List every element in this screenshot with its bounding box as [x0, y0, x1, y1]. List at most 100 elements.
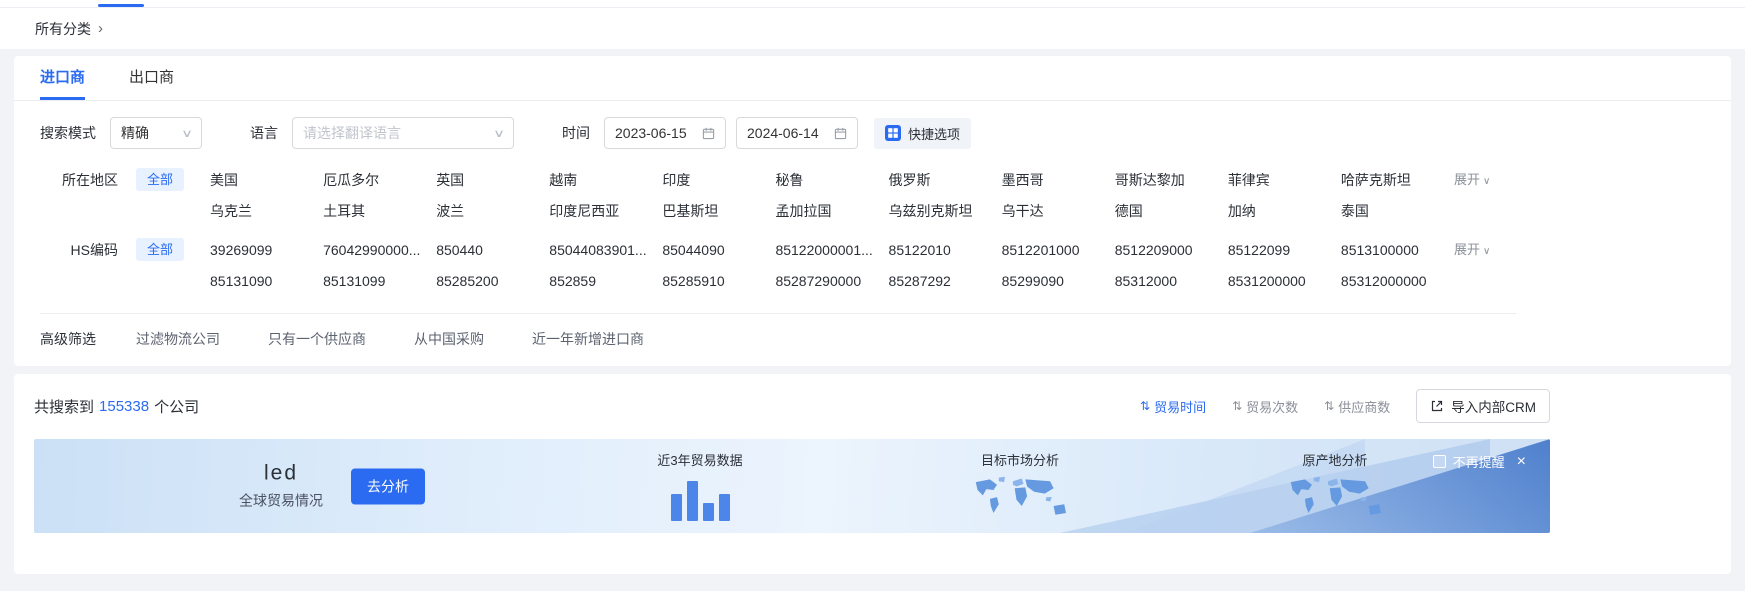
hscode-item[interactable]: 85044090 — [662, 237, 767, 263]
date-end-value: 2024-06-14 — [747, 125, 819, 141]
dismiss-label[interactable]: 不再提醒 — [1453, 452, 1505, 471]
hscode-item[interactable]: 8512209000 — [1115, 237, 1220, 263]
tab-bar: 进口商 出口商 — [14, 56, 1731, 101]
region-item[interactable]: 墨西哥 — [1002, 167, 1107, 193]
quick-options-button[interactable]: 快捷选项 — [874, 118, 971, 149]
hscode-item[interactable]: 85287292 — [889, 268, 994, 294]
breadcrumb-label[interactable]: 所有分类 — [35, 19, 91, 39]
bar-chart-icon — [671, 479, 730, 521]
calendar-icon — [834, 127, 847, 140]
sort-icon: ⇅ — [1140, 399, 1150, 413]
calendar-icon — [702, 127, 715, 140]
hscode-expand-link[interactable]: 展开∨ — [1454, 237, 1516, 294]
hscode-item[interactable]: 85122099 — [1228, 237, 1333, 263]
analyze-button[interactable]: 去分析 — [351, 468, 425, 504]
advanced-filter-option[interactable]: 只有一个供应商 — [268, 329, 366, 349]
banner-feature-target-market-label: 目标市场分析 — [981, 450, 1059, 469]
hscode-item[interactable]: 85122000001... — [775, 237, 880, 263]
banner-feature-origin: 原产地分析 — [1260, 450, 1410, 521]
hscode-item[interactable]: 85285910 — [662, 268, 767, 294]
advanced-filter-option[interactable]: 近一年新增进口商 — [532, 329, 644, 349]
hscode-item[interactable]: 76042990000... — [323, 237, 428, 263]
sort-supplier-count[interactable]: ⇅ 供应商数 — [1324, 397, 1390, 416]
region-item[interactable]: 厄瓜多尔 — [323, 167, 428, 193]
results-header: 共搜索到 155338 个公司 ⇅ 贸易时间 ⇅ 贸易次数 ⇅ 供应商数 — [34, 389, 1550, 423]
region-all-badge[interactable]: 全部 — [136, 168, 184, 191]
chevron-down-icon: ∨ — [493, 127, 505, 140]
region-item[interactable]: 秘鲁 — [775, 167, 880, 193]
hscode-item[interactable]: 85131099 — [323, 268, 428, 294]
region-item[interactable]: 俄罗斯 — [889, 167, 994, 193]
region-expand-label: 展开 — [1454, 172, 1480, 187]
hscode-item[interactable]: 8512201000 — [1002, 237, 1107, 263]
region-item[interactable]: 乌干达 — [1002, 198, 1107, 224]
region-item[interactable]: 英国 — [436, 167, 541, 193]
hscode-label: HS编码 — [40, 237, 118, 294]
tab-importer[interactable]: 进口商 — [40, 56, 85, 100]
hscode-item[interactable]: 85122010 — [889, 237, 994, 263]
region-item[interactable]: 印度尼西亚 — [549, 198, 654, 224]
sort-icon: ⇅ — [1324, 399, 1334, 413]
region-item[interactable]: 哈萨克斯坦 — [1341, 167, 1446, 193]
hscode-item[interactable]: 85287290000 — [775, 268, 880, 294]
region-item[interactable]: 越南 — [549, 167, 654, 193]
advanced-filter-option[interactable]: 过滤物流公司 — [136, 329, 220, 349]
region-item[interactable]: 印度 — [662, 167, 767, 193]
banner-keyword: led — [239, 462, 323, 486]
search-mode-value: 精确 — [121, 123, 149, 143]
region-item[interactable]: 加纳 — [1228, 198, 1333, 224]
region-item[interactable]: 哥斯达黎加 — [1115, 167, 1220, 193]
chevron-down-icon: ∨ — [1483, 176, 1490, 187]
hscode-all-badge[interactable]: 全部 — [136, 238, 184, 261]
banner-feature-origin-label: 原产地分析 — [1302, 450, 1367, 469]
breadcrumb[interactable]: 所有分类 › — [0, 8, 1745, 49]
banner-dismiss: 不再提醒 × — [1433, 452, 1526, 471]
sort-trade-count[interactable]: ⇅ 贸易次数 — [1232, 397, 1298, 416]
advanced-filter-option[interactable]: 从中国采购 — [414, 329, 484, 349]
region-item[interactable]: 波兰 — [436, 198, 541, 224]
region-item[interactable]: 泰国 — [1341, 198, 1446, 224]
dismiss-checkbox[interactable] — [1433, 455, 1446, 468]
hscode-item[interactable]: 39269099 — [210, 237, 315, 263]
date-start-input[interactable]: 2023-06-15 — [604, 117, 726, 149]
search-panel: 进口商 出口商 搜索模式 精确 ∨ 语言 请选择翻译语言 ∨ 时间 2023-0… — [14, 56, 1731, 366]
section-gap — [0, 366, 1745, 374]
region-item[interactable]: 美国 — [210, 167, 315, 193]
sort-icon: ⇅ — [1232, 399, 1242, 413]
date-end-input[interactable]: 2024-06-14 — [736, 117, 858, 149]
hscode-item[interactable]: 85285200 — [436, 268, 541, 294]
hscode-item[interactable]: 850440 — [436, 237, 541, 263]
region-item[interactable]: 乌克兰 — [210, 198, 315, 224]
hscode-item[interactable]: 85131090 — [210, 268, 315, 294]
sort-trade-time[interactable]: ⇅ 贸易时间 — [1140, 397, 1206, 416]
search-controls-row: 搜索模式 精确 ∨ 语言 请选择翻译语言 ∨ 时间 2023-06-15 202… — [40, 117, 1516, 149]
import-crm-button[interactable]: 导入内部CRM — [1416, 389, 1550, 423]
search-mode-select[interactable]: 精确 ∨ — [110, 117, 202, 149]
results-count-number: 155338 — [99, 398, 149, 415]
close-icon[interactable]: × — [1517, 454, 1526, 470]
tab-exporter[interactable]: 出口商 — [129, 56, 174, 100]
language-label: 语言 — [250, 123, 278, 143]
hscode-item[interactable]: 8531200000 — [1228, 268, 1333, 294]
results-count-prefix: 共搜索到 — [34, 396, 94, 417]
banner-feature-target-market: 目标市场分析 — [945, 450, 1095, 521]
region-item[interactable]: 乌兹别克斯坦 — [889, 198, 994, 224]
hscode-item[interactable]: 85312000 — [1115, 268, 1220, 294]
hscode-item[interactable]: 852859 — [549, 268, 654, 294]
hscode-item[interactable]: 85299090 — [1002, 268, 1107, 294]
section-gap — [0, 49, 1745, 56]
region-item[interactable]: 巴基斯坦 — [662, 198, 767, 224]
region-item[interactable]: 德国 — [1115, 198, 1220, 224]
hscode-item[interactable]: 85044083901... — [549, 237, 654, 263]
hscode-item[interactable]: 8513100000 — [1341, 237, 1446, 263]
region-item[interactable]: 菲律宾 — [1228, 167, 1333, 193]
sort-supplier-count-label: 供应商数 — [1338, 397, 1390, 416]
region-items: 美国厄瓜多尔英国越南印度秘鲁俄罗斯墨西哥哥斯达黎加菲律宾哈萨克斯坦 乌克兰土耳其… — [210, 167, 1446, 224]
results-count: 共搜索到 155338 个公司 — [34, 396, 199, 417]
region-item[interactable]: 土耳其 — [323, 198, 428, 224]
search-form: 搜索模式 精确 ∨ 语言 请选择翻译语言 ∨ 时间 2023-06-15 202… — [14, 101, 1516, 314]
region-expand-link[interactable]: 展开∨ — [1454, 167, 1516, 224]
language-select[interactable]: 请选择翻译语言 ∨ — [292, 117, 514, 149]
region-item[interactable]: 孟加拉国 — [775, 198, 880, 224]
hscode-item[interactable]: 85312000000 — [1341, 268, 1446, 294]
